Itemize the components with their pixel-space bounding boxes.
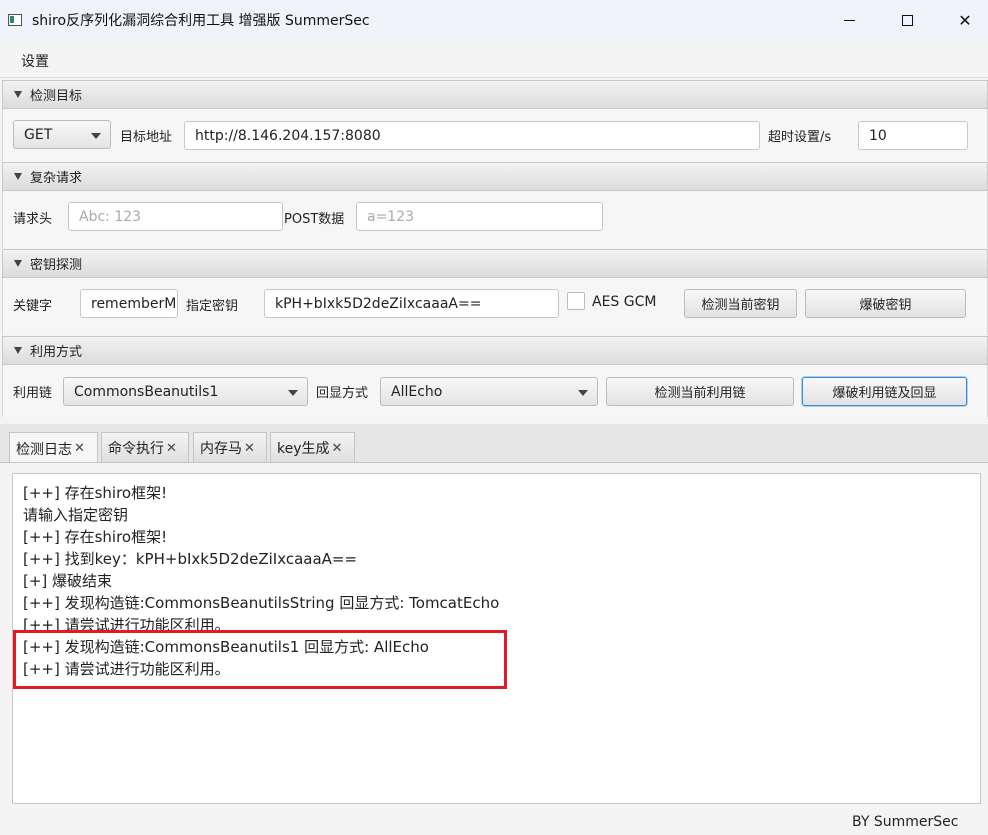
- key-input[interactable]: kPH+bIxk5D2deZiIxcaaaA==: [264, 289, 559, 318]
- chain-value: CommonsBeanutils1: [74, 383, 219, 400]
- chain-select[interactable]: CommonsBeanutils1: [63, 377, 308, 406]
- section-title: 密钥探测: [30, 258, 83, 273]
- tab-label: key生成: [277, 441, 330, 457]
- timeout-label: 超时设置/s: [768, 130, 832, 145]
- url-label: 目标地址: [120, 130, 173, 145]
- echo-value: AllEcho: [391, 383, 443, 400]
- log-line: [++] 存在shiro框架!: [23, 528, 168, 546]
- section-header-key[interactable]: 密钥探测: [2, 249, 988, 278]
- section-title: 复杂请求: [30, 171, 83, 186]
- app-icon: [8, 14, 22, 26]
- section-header-target[interactable]: 检测目标: [2, 80, 988, 109]
- key-label: 指定密钥: [186, 299, 239, 314]
- collapse-triangle-icon: [14, 260, 22, 267]
- log-line: [+] 爆破结束: [23, 572, 113, 590]
- method-value: GET: [24, 126, 53, 143]
- tab-detect-log[interactable]: 检测日志 ✕: [9, 432, 98, 464]
- maximize-icon: [901, 14, 913, 26]
- close-icon: ✕: [958, 10, 972, 30]
- brute-chain-button[interactable]: 爆破利用链及回显: [802, 377, 967, 406]
- keyword-label: 关键字: [13, 299, 53, 314]
- aes-gcm-label: AES GCM: [592, 294, 657, 310]
- section-title: 利用方式: [30, 345, 83, 360]
- log-line: 请输入指定密钥: [23, 506, 129, 524]
- brute-key-button[interactable]: 爆破密钥: [805, 289, 966, 318]
- aes-gcm-checkbox[interactable]: [567, 292, 585, 310]
- highlight-box: [13, 630, 507, 689]
- section-header-complex[interactable]: 复杂请求: [2, 162, 988, 191]
- keyword-input[interactable]: rememberMe: [80, 289, 178, 318]
- log-line: [++] 发现构造链:CommonsBeanutilsString 回显方式: …: [23, 594, 500, 612]
- method-select[interactable]: GET: [13, 120, 111, 149]
- minimize-icon: [843, 19, 855, 21]
- tab-close-icon[interactable]: ✕: [244, 441, 255, 456]
- tab-close-icon[interactable]: ✕: [74, 441, 85, 456]
- tab-close-icon[interactable]: ✕: [332, 441, 343, 456]
- collapse-triangle-icon: [14, 91, 22, 98]
- tab-label: 命令执行: [108, 441, 164, 457]
- check-chain-button[interactable]: 检测当前利用链: [606, 377, 794, 406]
- close-button[interactable]: ✕: [936, 0, 988, 40]
- menu-settings[interactable]: 设置: [21, 51, 49, 71]
- maximize-button[interactable]: [878, 0, 936, 40]
- timeout-input[interactable]: 10: [858, 121, 968, 150]
- post-data-input[interactable]: a=123: [356, 202, 603, 231]
- footer-credit: BY SummerSec: [852, 814, 959, 830]
- url-input[interactable]: http://8.146.204.157:8080: [184, 121, 760, 150]
- echo-label: 回显方式: [316, 386, 369, 401]
- log-line: [++] 存在shiro框架!: [23, 484, 168, 502]
- collapse-triangle-icon: [14, 173, 22, 180]
- dropdown-arrow-icon: [288, 390, 298, 396]
- tab-label: 检测日志: [16, 441, 72, 458]
- dropdown-arrow-icon: [91, 133, 101, 139]
- headers-input[interactable]: Abc: 123: [68, 202, 283, 231]
- headers-label: 请求头: [13, 212, 53, 227]
- section-header-exploit[interactable]: 利用方式: [2, 336, 988, 365]
- check-key-button[interactable]: 检测当前密钥: [684, 289, 797, 318]
- tab-command-exec[interactable]: 命令执行 ✕: [101, 432, 189, 463]
- tab-label: 内存马: [200, 441, 242, 457]
- log-line: [++] 找到key：kPH+bIxk5D2deZiIxcaaaA==: [23, 550, 358, 568]
- dropdown-arrow-icon: [578, 390, 588, 396]
- minimize-button[interactable]: [820, 0, 878, 40]
- section-title: 检测目标: [30, 89, 83, 104]
- menu-bar: 设置: [0, 40, 988, 78]
- post-label: POST数据: [284, 212, 345, 227]
- chain-label: 利用链: [13, 386, 53, 401]
- window-title: shiro反序列化漏洞综合利用工具 增强版 SummerSec: [32, 13, 370, 29]
- tab-key-gen[interactable]: key生成 ✕: [270, 432, 355, 463]
- tab-memshell[interactable]: 内存马 ✕: [193, 432, 267, 463]
- collapse-triangle-icon: [14, 347, 22, 354]
- tab-close-icon[interactable]: ✕: [166, 441, 177, 456]
- echo-select[interactable]: AllEcho: [380, 377, 598, 406]
